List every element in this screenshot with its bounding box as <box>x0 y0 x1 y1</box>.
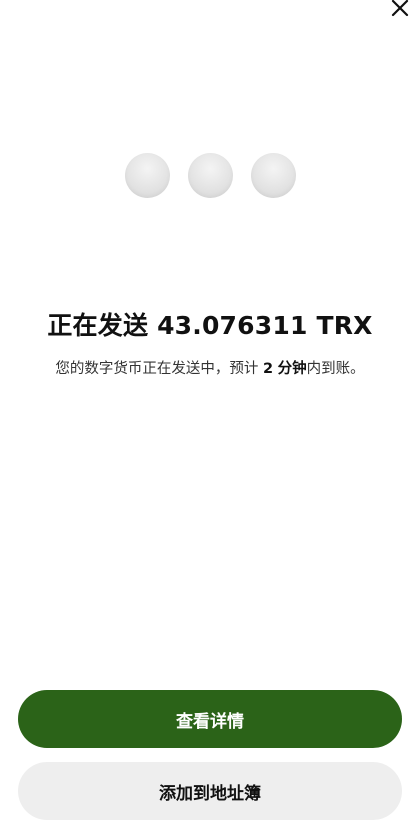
add-to-address-book-label: 添加到地址簿 <box>159 783 261 804</box>
close-button[interactable] <box>386 0 414 22</box>
eta-value: 2 <box>262 361 274 377</box>
subtitle-before: 您的数字货币正在发送中，预计 <box>55 361 259 377</box>
sending-subtitle: 您的数字货币正在发送中，预计 2 分钟内到账。 <box>0 357 420 378</box>
add-to-address-book-button[interactable]: 添加到地址簿 <box>18 762 402 820</box>
eta-unit: 分钟 <box>277 361 307 377</box>
close-icon <box>391 0 409 17</box>
loading-dot <box>250 153 296 198</box>
loading-indicator <box>0 153 420 198</box>
send-currency: TRX <box>316 311 373 340</box>
loading-dot <box>124 153 170 198</box>
loading-dot <box>187 153 233 198</box>
send-amount: 43.076311 <box>157 311 308 340</box>
subtitle-after: 内到账。 <box>306 361 365 377</box>
view-details-button[interactable]: 查看详情 <box>18 690 402 748</box>
sending-title: 正在发送 43.076311 TRX <box>0 306 420 342</box>
view-details-label: 查看详情 <box>176 711 244 732</box>
title-prefix: 正在发送 <box>47 311 149 340</box>
